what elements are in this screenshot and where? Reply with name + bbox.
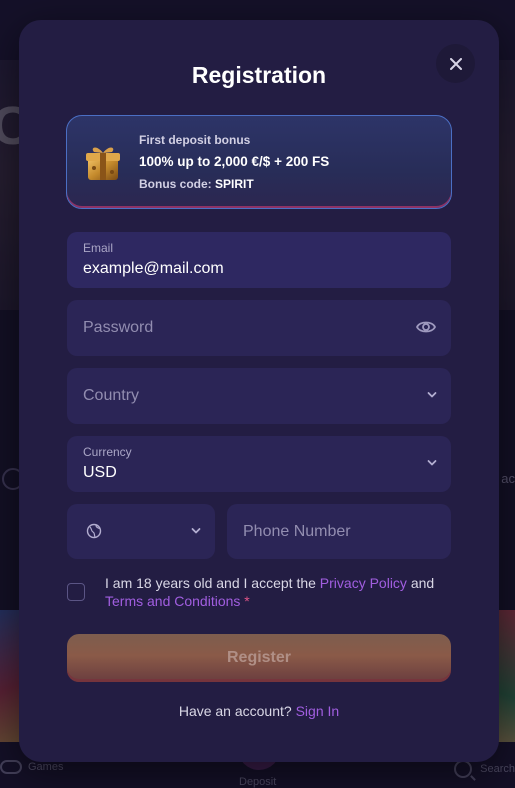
- bonus-code: SPIRIT: [215, 177, 254, 191]
- currency-label: Currency: [83, 445, 132, 459]
- currency-value: USD: [83, 464, 117, 481]
- have-account-text: Have an account?: [178, 703, 296, 719]
- chevron-down-icon: [427, 392, 437, 398]
- email-label: Email: [83, 241, 114, 255]
- email-field[interactable]: Email example@mail.com: [67, 232, 451, 288]
- register-button[interactable]: Register: [67, 634, 451, 682]
- bonus-code-label: Bonus code:: [139, 177, 216, 191]
- sign-in-link[interactable]: Sign In: [296, 703, 340, 719]
- chevron-down-icon: [191, 528, 201, 534]
- bonus-card: First deposit bonus 100% up to 2,000 €/$…: [66, 115, 452, 209]
- currency-select[interactable]: Currency USD: [67, 436, 451, 492]
- terms-text-before: I am 18 years old and I accept the: [105, 575, 320, 591]
- password-field[interactable]: Password: [67, 300, 451, 356]
- phone-number-placeholder: Phone Number: [243, 523, 351, 540]
- phone-number-input[interactable]: Phone Number: [227, 504, 451, 559]
- bonus-offer: 100% up to 2,000 €/$ + 200 FS: [139, 154, 330, 169]
- required-mark: *: [240, 593, 250, 609]
- eye-icon[interactable]: [416, 319, 436, 335]
- registration-modal: Registration First deposit bonus 100% up…: [19, 20, 499, 762]
- chevron-down-icon: [427, 460, 437, 466]
- terms-text-mid: and: [406, 575, 435, 591]
- terms-text: I am 18 years old and I accept the Priva…: [105, 574, 445, 610]
- age-terms-checkbox[interactable]: [67, 583, 85, 601]
- globe-icon: [86, 523, 102, 539]
- terms-conditions-link[interactable]: Terms and Conditions: [105, 593, 240, 609]
- password-placeholder: Password: [83, 319, 154, 336]
- country-placeholder: Country: [83, 387, 140, 404]
- country-select[interactable]: Country: [67, 368, 451, 424]
- email-value: example@mail.com: [83, 260, 224, 277]
- modal-title: Registration: [191, 62, 327, 88]
- have-account-row: Have an account? Sign In: [19, 703, 499, 719]
- privacy-policy-link[interactable]: Privacy Policy: [320, 575, 407, 591]
- phone-country-code-select[interactable]: [67, 504, 215, 559]
- bonus-title: First deposit bonus: [139, 133, 251, 147]
- bonus-code-row: Bonus code: SPIRIT: [139, 177, 254, 191]
- gift-icon: [86, 147, 120, 180]
